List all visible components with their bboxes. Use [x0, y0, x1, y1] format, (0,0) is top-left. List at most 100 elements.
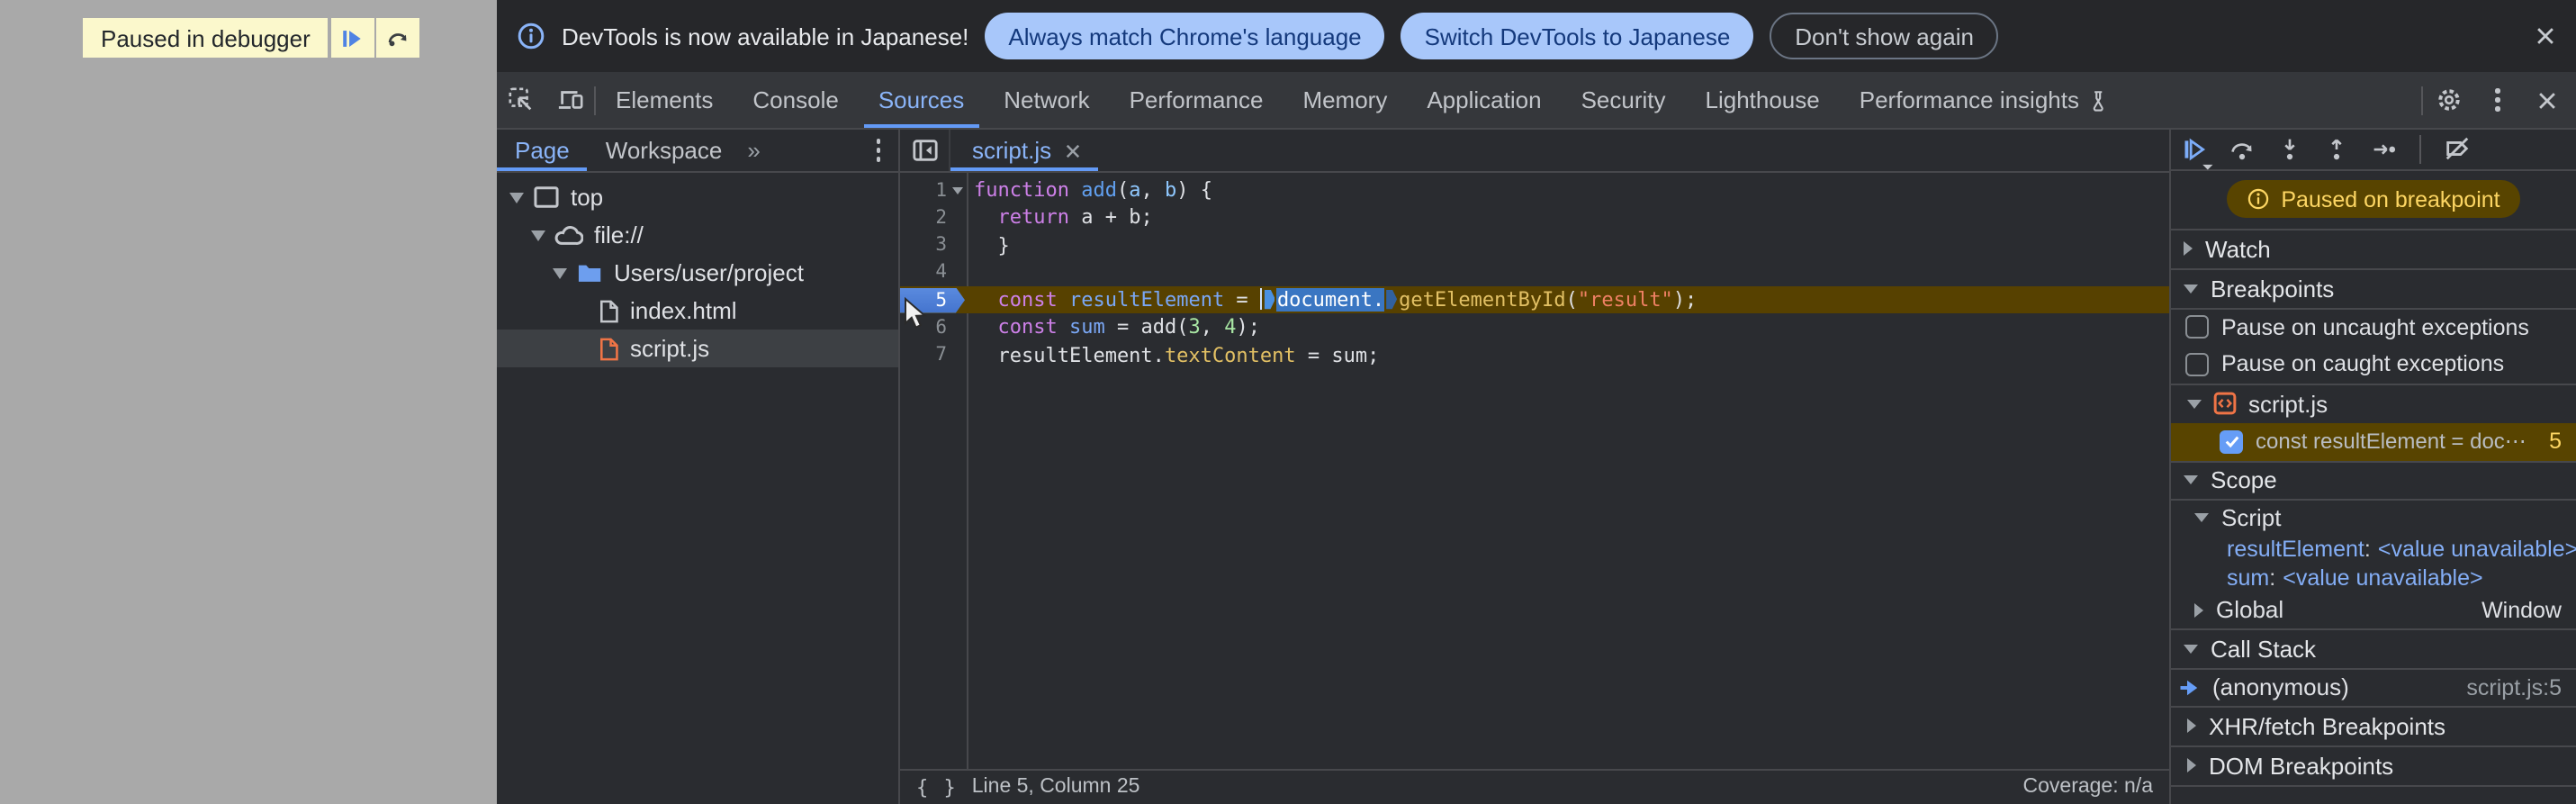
- fold-arrow-icon[interactable]: [947, 186, 967, 194]
- expanded-arrow-icon: [2184, 644, 2198, 653]
- section-watch[interactable]: Watch: [2171, 230, 2576, 269]
- coverage-label: Coverage: n/a: [2022, 776, 2154, 799]
- devtools-window: DevTools is now available in Japanese! A…: [497, 0, 2576, 804]
- step-icon[interactable]: [2371, 137, 2398, 162]
- tab-performance-insights[interactable]: Performance insights: [1840, 72, 2131, 128]
- navigator-sidebar: Page Workspace » top file:// Users/user/…: [497, 130, 900, 804]
- tab-console[interactable]: Console: [733, 72, 858, 128]
- section-breakpoints[interactable]: Breakpoints: [2171, 269, 2576, 309]
- tab-sources[interactable]: Sources: [859, 72, 984, 128]
- tab-lighthouse[interactable]: Lighthouse: [1686, 72, 1840, 128]
- language-infobar: DevTools is now available in Japanese! A…: [497, 0, 2576, 72]
- switch-devtools-japanese-button[interactable]: Switch DevTools to Japanese: [1401, 13, 1754, 59]
- editor-tab-script-js[interactable]: script.js: [950, 130, 1099, 171]
- tab-memory[interactable]: Memory: [1283, 72, 1407, 128]
- debugger-toolbar-divider: [2419, 134, 2421, 164]
- pause-caught-exceptions-row[interactable]: Pause on caught exceptions: [2171, 346, 2576, 383]
- pause-uncaught-exceptions-row[interactable]: Pause on uncaught exceptions: [2171, 309, 2576, 346]
- expand-arrow-icon[interactable]: [531, 230, 545, 240]
- navigator-tabs-spacer: [768, 130, 859, 171]
- resume-script-button[interactable]: [330, 18, 374, 58]
- tab-security[interactable]: Security: [1562, 72, 1686, 128]
- expanded-arrow-icon: [2184, 475, 2198, 484]
- debugger-sidebar: Paused on breakpoint Watch Breakpoints P…: [2169, 130, 2576, 804]
- call-stack-frame[interactable]: (anonymous) script.js:5: [2171, 669, 2576, 707]
- devtools-close-icon[interactable]: [2524, 87, 2569, 113]
- frame-icon: [533, 185, 560, 209]
- mouse-cursor: [905, 297, 927, 329]
- inspect-element-icon[interactable]: [497, 72, 545, 128]
- scope-script-row[interactable]: Script: [2171, 500, 2576, 536]
- pretty-print-icon[interactable]: { }: [916, 776, 958, 799]
- section-call-stack[interactable]: Call Stack: [2171, 629, 2576, 669]
- infobar-message: DevTools is now available in Japanese!: [562, 23, 969, 50]
- toggle-navigator-icon[interactable]: [900, 130, 950, 171]
- tab-performance[interactable]: Performance: [1110, 72, 1283, 128]
- tab-application[interactable]: Application: [1407, 72, 1561, 128]
- infobar-close-icon[interactable]: [2533, 23, 2558, 49]
- breakpoint-file-group[interactable]: script.js: [2171, 383, 2576, 422]
- checkbox-checked[interactable]: [2220, 429, 2243, 453]
- devtools-tabbar: Elements Console Sources Network Perform…: [497, 72, 2576, 130]
- step-over-icon[interactable]: [2229, 137, 2256, 162]
- code-line-4[interactable]: 4: [900, 259, 2169, 287]
- tree-item-top[interactable]: top: [497, 178, 898, 216]
- editor-tabstrip: script.js: [900, 130, 2169, 173]
- checkbox-unchecked[interactable]: [2185, 315, 2209, 339]
- tab-elements[interactable]: Elements: [596, 72, 733, 128]
- sources-panel: Page Workspace » top file:// Users/user/…: [497, 130, 2576, 804]
- more-options-kebab-icon[interactable]: [2475, 88, 2520, 112]
- resume-execution-icon[interactable]: [2182, 137, 2213, 169]
- tab-network[interactable]: Network: [984, 72, 1109, 128]
- collapsed-arrow-icon: [2187, 718, 2196, 733]
- info-icon: [517, 22, 545, 50]
- checkbox-unchecked[interactable]: [2185, 352, 2209, 376]
- page-background: Paused in debugger: [0, 0, 497, 804]
- code-line-3[interactable]: 3 }: [900, 231, 2169, 259]
- continue-to-location-marker[interactable]: [1386, 289, 1398, 310]
- code-line-1[interactable]: 1 function add(a, b) {: [900, 176, 2169, 204]
- collapsed-arrow-icon: [2187, 758, 2196, 772]
- device-toolbar-icon[interactable]: [545, 72, 594, 128]
- tree-item-script-js[interactable]: script.js: [497, 330, 898, 367]
- more-tabs-chevron[interactable]: »: [740, 130, 767, 171]
- code-line-2[interactable]: 2 return a + b;: [900, 204, 2169, 232]
- continue-to-location-marker[interactable]: [1264, 289, 1275, 310]
- always-match-language-button[interactable]: Always match Chrome's language: [985, 13, 1385, 59]
- step-over-button[interactable]: [376, 18, 420, 58]
- section-dom-breakpoints[interactable]: DOM Breakpoints: [2171, 746, 2576, 786]
- flask-icon: [2088, 87, 2112, 113]
- tree-item-file-protocol[interactable]: file://: [497, 216, 898, 254]
- text-caret: [1259, 288, 1263, 311]
- scope-global-row[interactable]: Global Window: [2171, 592, 2576, 629]
- dont-show-again-button[interactable]: Don't show again: [1770, 13, 1999, 59]
- section-scope[interactable]: Scope: [2171, 460, 2576, 500]
- step-out-icon[interactable]: [2324, 137, 2349, 162]
- expand-arrow-icon[interactable]: [553, 267, 567, 278]
- tree-item-index-html[interactable]: index.html: [497, 292, 898, 330]
- code-area[interactable]: 1 function add(a, b) { 2 return a + b; 3…: [900, 173, 2169, 769]
- section-xhr-breakpoints[interactable]: XHR/fetch Breakpoints: [2171, 707, 2576, 746]
- debugger-toolbar: [2171, 130, 2576, 170]
- current-frame-arrow-icon: [2178, 676, 2202, 698]
- deactivate-breakpoints-icon[interactable]: [2443, 136, 2472, 163]
- info-icon: [2248, 188, 2269, 210]
- global-value: Window: [2481, 597, 2562, 622]
- settings-gear-icon[interactable]: [2427, 86, 2472, 113]
- navigator-kebab-icon[interactable]: [859, 130, 898, 171]
- html-file-icon: [598, 298, 619, 323]
- tree-item-project-folder[interactable]: Users/user/project: [497, 254, 898, 292]
- folder-icon: [576, 261, 603, 285]
- step-into-icon[interactable]: [2277, 137, 2302, 162]
- paused-in-debugger-label: Paused in debugger: [83, 18, 329, 58]
- tab-page[interactable]: Page: [497, 130, 589, 171]
- code-line-5-paused[interactable]: 5 const resultElement = document. getElem…: [900, 286, 2169, 314]
- code-line-7[interactable]: 7 resultElement.textContent = sum;: [900, 341, 2169, 369]
- collapsed-arrow-icon: [2194, 602, 2203, 617]
- breakpoint-entry[interactable]: const resultElement = doc⋯ 5: [2171, 422, 2576, 460]
- code-line-6[interactable]: 6 const sum = add(3, 4);: [900, 314, 2169, 342]
- tab-close-icon[interactable]: [1064, 141, 1082, 159]
- cloud-icon: [554, 224, 583, 246]
- tab-workspace[interactable]: Workspace: [588, 130, 741, 171]
- expand-arrow-icon[interactable]: [509, 192, 524, 203]
